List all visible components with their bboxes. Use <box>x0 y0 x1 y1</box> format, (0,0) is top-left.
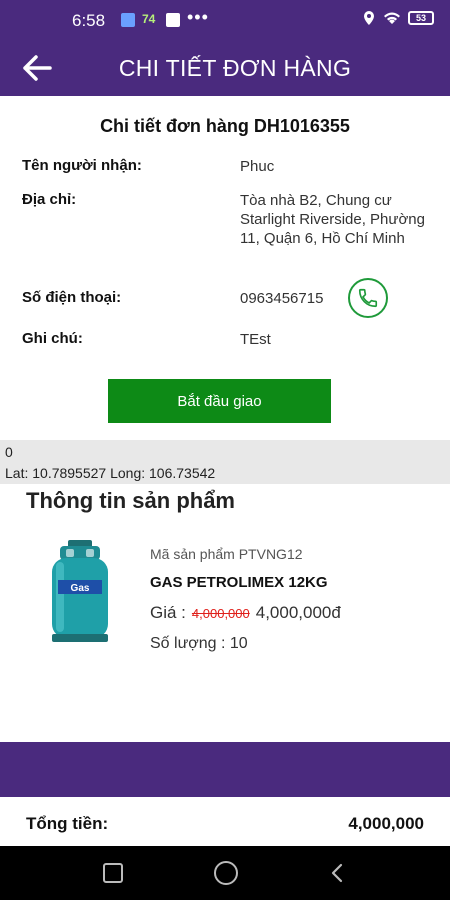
address-value: Tòa nhà B2, Chung cư Starlight Riverside… <box>240 192 425 247</box>
system-back-button[interactable] <box>326 861 350 885</box>
home-button[interactable] <box>214 861 238 885</box>
location-coordinates: Lat: 10.7895527 Long: 106.73542 <box>5 465 216 481</box>
status-right-icons: 53 <box>362 10 434 26</box>
phone-value[interactable]: 0963456715 <box>240 289 425 308</box>
wifi-icon <box>384 12 400 24</box>
recent-apps-button[interactable] <box>103 863 123 883</box>
location-box: 0 Lat: 10.7895527 Long: 106.73542 <box>0 440 450 484</box>
more-notifications-icon: ••• <box>187 7 209 27</box>
app-bar: CHI TIẾT ĐƠN HÀNG <box>0 40 450 96</box>
product-code: Mã sản phẩm PTVNG12 <box>150 546 303 562</box>
product-section-title: Thông tin sản phẩm <box>26 488 235 513</box>
chevron-left-icon <box>331 863 343 883</box>
product-name: GAS PETROLIMEX 12KG <box>150 574 328 591</box>
total-label: Tổng tiền: <box>26 814 109 833</box>
note-label: Ghi chú: <box>22 330 83 347</box>
order-heading: Chi tiết đơn hàng DH1016355 <box>100 116 350 136</box>
app-notification-icon <box>121 13 135 27</box>
location-status: 0 <box>5 444 13 460</box>
product-quantity: Số lượng : 10 <box>150 635 248 652</box>
phone-icon <box>358 288 378 308</box>
note-value: TEst <box>240 331 271 348</box>
address-label: Địa chỉ: <box>22 191 77 208</box>
current-price: 4,000,000đ <box>255 603 341 622</box>
old-price: 4,000,000 <box>191 606 250 621</box>
image-notification-icon <box>166 13 180 27</box>
status-time: 6:58 <box>72 11 106 30</box>
recipient-value: Phuc <box>240 158 275 175</box>
cylinder-logo-text: Gas <box>71 583 90 594</box>
battery-icon: 53 <box>408 11 434 25</box>
notification-badge: 74 <box>142 12 156 26</box>
price-label: Giá : <box>150 603 186 622</box>
start-delivery-button[interactable]: Bắt đầu giao <box>108 379 331 423</box>
call-button[interactable] <box>348 278 388 318</box>
product-price: Giá : 4,000,000 4,000,000đ <box>150 603 341 623</box>
gas-cylinder-image: Gas <box>52 540 108 642</box>
bottom-band <box>0 742 450 797</box>
total-value: 4,000,000 <box>348 814 424 833</box>
recipient-label: Tên người nhận: <box>22 157 142 174</box>
system-navigation-bar <box>0 846 450 900</box>
phone-label: Số điện thoại: <box>22 289 122 306</box>
location-icon <box>364 11 374 25</box>
status-bar: 6:58 74 ••• 53 <box>0 0 450 40</box>
page-title: CHI TIẾT ĐƠN HÀNG <box>118 55 352 81</box>
